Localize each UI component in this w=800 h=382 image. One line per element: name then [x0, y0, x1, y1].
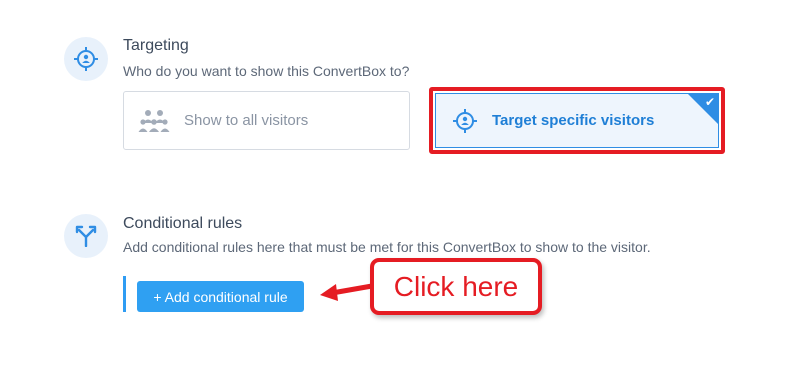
option-show-all-visitors[interactable]: Show to all visitors — [123, 91, 410, 150]
option-target-specific-label: Target specific visitors — [492, 112, 655, 129]
target-person-icon — [452, 108, 478, 134]
targeting-subtitle: Who do you want to show this ConvertBox … — [123, 63, 410, 79]
conditional-rules-subtitle: Add conditional rules here that must be … — [123, 239, 651, 255]
rules-accent-bar — [123, 276, 126, 312]
targeting-title: Targeting — [123, 37, 189, 54]
add-conditional-rule-button[interactable]: + Add conditional rule — [137, 281, 304, 312]
target-person-icon — [74, 47, 98, 71]
callout-arrow-icon — [320, 283, 374, 301]
conditional-rules-title: Conditional rules — [123, 215, 243, 232]
group-icon — [138, 108, 170, 134]
conditional-section-icon — [64, 214, 108, 258]
checkmark-icon: ✔ — [704, 95, 715, 109]
callout-text: Click here — [393, 270, 519, 302]
option-target-specific-visitors[interactable]: Target specific visitors ✔ — [429, 87, 725, 154]
click-here-callout: Click here — [370, 258, 542, 315]
option-show-all-label: Show to all visitors — [184, 112, 309, 129]
fork-arrow-icon — [75, 225, 97, 247]
targeting-section-icon — [64, 37, 108, 81]
